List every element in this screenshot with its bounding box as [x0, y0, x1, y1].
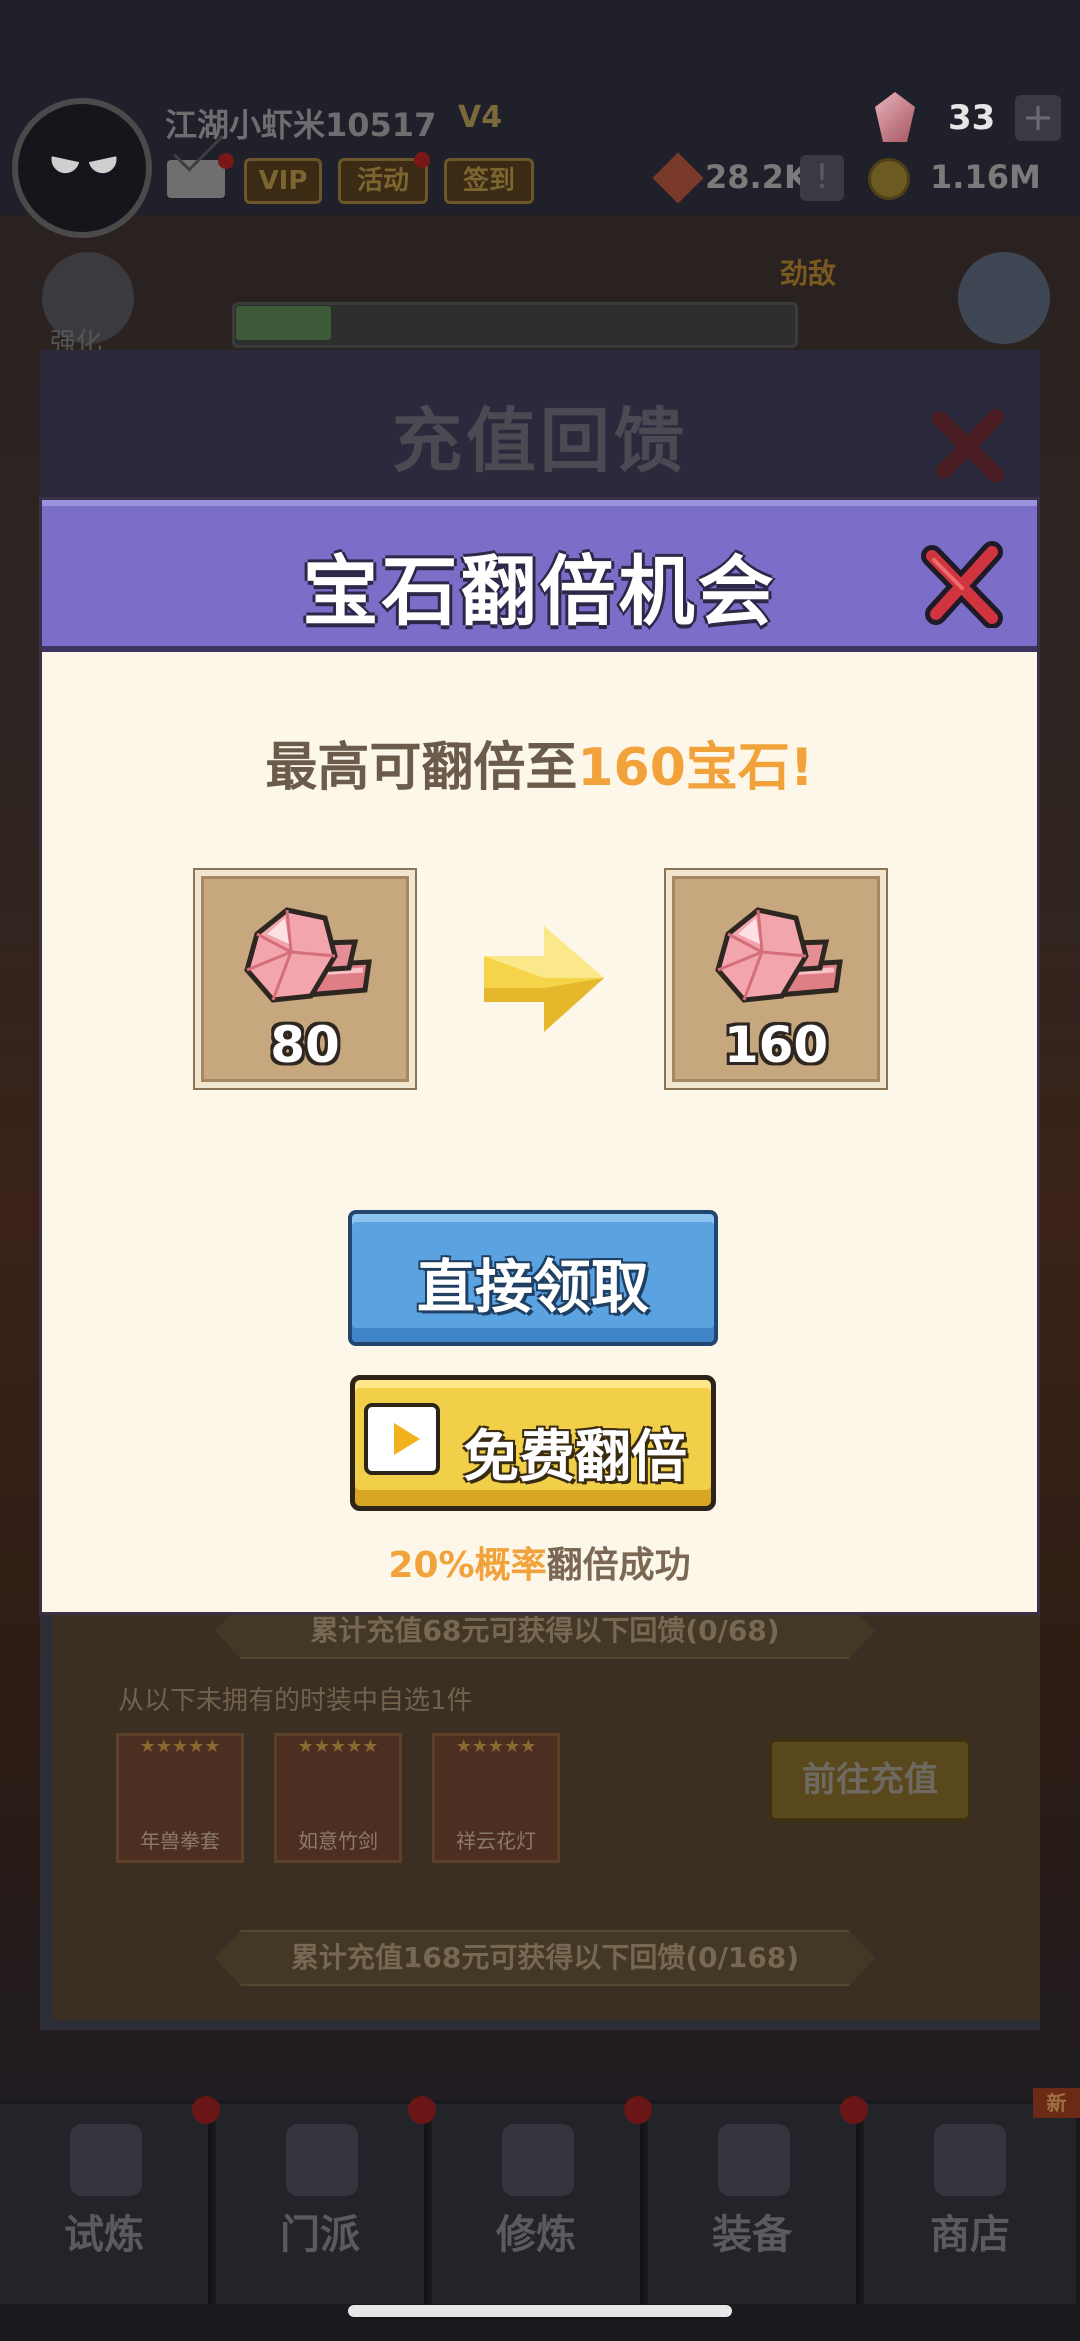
- coin-count: 1.16M: [930, 158, 1041, 196]
- tab-shop[interactable]: 商店: [864, 2104, 1076, 2304]
- recharge-feedback-title: 充值回馈: [392, 400, 688, 482]
- token-info-button[interactable]: !: [800, 155, 844, 201]
- item-name: 如意竹剑: [298, 1829, 378, 1853]
- gem-icon: [244, 907, 372, 1003]
- close-icon[interactable]: [930, 405, 1010, 485]
- gem-count: 33: [948, 98, 996, 138]
- go-recharge-button[interactable]: 前往充值: [768, 1738, 972, 1822]
- double-chance-text: 20%概率翻倍成功: [42, 1536, 1037, 1588]
- player-level: V4: [458, 100, 503, 135]
- mail-notification-dot: [218, 153, 234, 169]
- token-count: 28.2K: [705, 158, 809, 196]
- mail-icon[interactable]: [167, 160, 225, 198]
- dialog-subtitle: 最高可翻倍至160宝石!: [42, 725, 1037, 800]
- enemy-label: 劲敌: [780, 257, 837, 290]
- tab-label: 门派: [280, 2212, 360, 2258]
- coin-icon: [868, 158, 910, 200]
- dialog-title: 宝石翻倍机会: [302, 547, 777, 636]
- top-hud: [0, 0, 1080, 215]
- signin-button[interactable]: 签到: [444, 158, 534, 204]
- tab-cultivate[interactable]: 修炼: [432, 2104, 644, 2304]
- item-name: 祥云花灯: [456, 1829, 536, 1853]
- side-menu-button[interactable]: [958, 252, 1050, 344]
- tab-label: 试炼: [64, 2212, 144, 2258]
- close-icon[interactable]: [918, 538, 1008, 628]
- item-stars: ★★★★★: [139, 1736, 221, 1757]
- notification-dot: [624, 2096, 652, 2124]
- notification-dot: [840, 2096, 868, 2124]
- gem-reward-card-current: 80: [195, 870, 415, 1088]
- item-stars: ★★★★★: [297, 1736, 379, 1757]
- tab-label: 修炼: [496, 2212, 576, 2258]
- chance-highlight: 20%概率: [388, 1545, 547, 1586]
- sword-icon: [718, 2124, 790, 2196]
- home-indicator[interactable]: [348, 2305, 732, 2317]
- recharge-tier-ribbon: 累计充值168元可获得以下回馈(0/168): [215, 1930, 875, 1986]
- chance-suffix: 翻倍成功: [546, 1545, 691, 1586]
- tab-label: 商店: [930, 2212, 1010, 2258]
- free-double-label[interactable]: 免费翻倍: [440, 1412, 710, 1493]
- book-icon: [502, 2124, 574, 2196]
- shop-icon: [934, 2124, 1006, 2196]
- item-name: 年兽拳套: [140, 1829, 220, 1853]
- vip-button[interactable]: VIP: [244, 158, 322, 204]
- claim-directly-label[interactable]: 直接领取: [348, 1240, 718, 1324]
- subtitle-prefix: 最高可翻倍至: [265, 738, 578, 798]
- stage-progress-fill: [236, 306, 331, 340]
- trial-icon: [70, 2124, 142, 2196]
- reward-item-slot[interactable]: ★★★★★ 祥云花灯: [432, 1733, 560, 1863]
- add-gems-button[interactable]: +: [1015, 95, 1061, 141]
- tab-label: 装备: [712, 2212, 792, 2258]
- arrow-right-icon: [484, 926, 604, 1032]
- gem-amount-doubled: 160: [723, 1016, 829, 1074]
- tab-equipment[interactable]: 装备: [648, 2104, 860, 2304]
- notification-dot: [192, 2096, 220, 2124]
- tab-sect[interactable]: 门派: [216, 2104, 428, 2304]
- event-button[interactable]: 活动: [338, 158, 428, 204]
- notification-dot: [408, 2096, 436, 2124]
- reward-item-slot[interactable]: ★★★★★ 如意竹剑: [274, 1733, 402, 1863]
- recharge-tier-hint: 从以下未拥有的时装中自选1件: [118, 1686, 473, 1716]
- event-notification-dot: [414, 152, 430, 168]
- new-badge: 新: [1033, 2088, 1080, 2118]
- gem-amount-current: 80: [270, 1016, 340, 1074]
- subtitle-highlight: 160宝石!: [577, 738, 814, 798]
- player-avatar[interactable]: [12, 98, 152, 238]
- tab-trial[interactable]: 试炼: [0, 2104, 212, 2304]
- reward-item-slot[interactable]: ★★★★★ 年兽拳套: [116, 1733, 244, 1863]
- play-icon[interactable]: [364, 1403, 440, 1475]
- sect-icon: [286, 2124, 358, 2196]
- item-stars: ★★★★★: [455, 1736, 537, 1757]
- gem-icon: [715, 907, 843, 1003]
- gem-reward-card-doubled: 160: [666, 870, 886, 1088]
